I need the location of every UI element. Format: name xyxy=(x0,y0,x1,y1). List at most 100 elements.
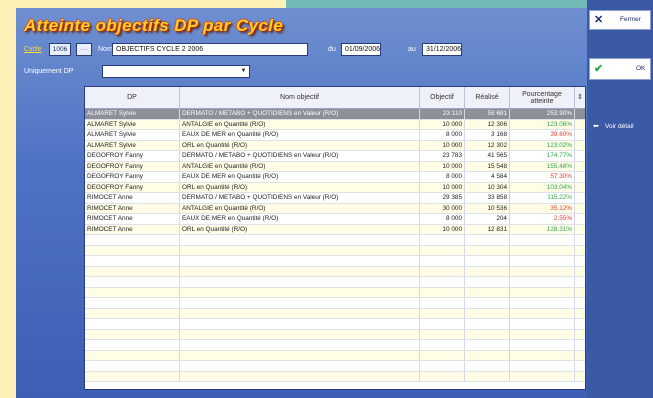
cell-realise xyxy=(465,350,510,360)
cell-dp xyxy=(85,277,180,287)
table-row-empty[interactable] xyxy=(85,266,585,277)
table-row[interactable]: RIMOCET Anne ANTALGIE en Quantité (R/O) 30… xyxy=(85,203,585,214)
cell-objectif xyxy=(420,266,465,276)
table-row-empty[interactable] xyxy=(85,319,585,330)
cell-objectif: 8 000 xyxy=(420,172,465,182)
cell-spacer xyxy=(575,361,585,371)
voir-detail-button[interactable]: ⬅ Voir détail xyxy=(589,120,651,134)
cell-dp: RIMOCET Anne xyxy=(85,203,180,213)
cell-nom-objectif: ORL en Quantité (R/O) xyxy=(180,182,420,192)
date-to-field[interactable]: 31/12/2006 xyxy=(422,43,462,56)
cell-pourcentage: 35.12% xyxy=(510,203,575,213)
cell-realise xyxy=(465,266,510,276)
app-frame: Atteinte objectifs DP par Cycle Cycle 10… xyxy=(0,0,653,398)
cell-pourcentage xyxy=(510,319,575,329)
uniquement-dp-select[interactable]: ▼ xyxy=(102,65,250,78)
cycle-lookup-button[interactable]: ··· xyxy=(76,43,92,56)
cell-dp: ALMARET Sylvie xyxy=(85,130,180,140)
close-button[interactable]: ✕ Fermer xyxy=(589,10,651,30)
cell-nom-objectif xyxy=(180,256,420,266)
table-row[interactable]: DEGOFROY Fanny DERMATO / METABO + QUOTIDI… xyxy=(85,151,585,162)
column-header-pourcentage[interactable]: Pourcentage atteinte xyxy=(510,87,575,108)
table-row[interactable]: ALMARET Sylvie DERMATO / METABO + QUOTIDI… xyxy=(85,109,585,120)
table-row-empty[interactable] xyxy=(85,361,585,372)
main-window: Atteinte objectifs DP par Cycle Cycle 10… xyxy=(16,8,587,398)
cell-objectif xyxy=(420,277,465,287)
cell-realise: 15 548 xyxy=(465,161,510,171)
column-header-nom-objectif[interactable]: Nom objectif xyxy=(180,87,420,108)
table-row[interactable]: ALMARET Sylvie EAUX DE MER en Quantité (R… xyxy=(85,130,585,141)
nom-field[interactable]: OBJECTIFS CYCLE 2 2006 xyxy=(112,43,308,56)
cell-spacer xyxy=(575,319,585,329)
column-header-pourcentage-text: Pourcentage atteinte xyxy=(522,90,562,105)
cell-spacer xyxy=(575,214,585,224)
column-header-realise[interactable]: Réalisé xyxy=(465,87,510,108)
cell-realise xyxy=(465,245,510,255)
table-row[interactable]: RIMOCET Anne ORL en Quantité (R/O) 10 000 1… xyxy=(85,224,585,235)
cell-objectif: 29 385 xyxy=(420,193,465,203)
cell-spacer xyxy=(575,109,585,119)
cell-nom-objectif: ORL en Quantité (R/O) xyxy=(180,224,420,234)
cell-dp xyxy=(85,350,180,360)
cell-pourcentage xyxy=(510,350,575,360)
checkmark-icon: ✔ xyxy=(594,63,604,75)
column-header-realise-text: Réalisé xyxy=(475,94,499,101)
cell-dp: RIMOCET Anne xyxy=(85,193,180,203)
lookup-icon: ··· xyxy=(80,46,88,53)
column-header-dp[interactable]: DP xyxy=(85,87,180,108)
table-row[interactable]: RIMOCET Anne DERMATO / METABO + QUOTIDIEN… xyxy=(85,193,585,204)
column-settings-icon[interactable]: ⇕ xyxy=(575,87,585,108)
table-row-empty[interactable] xyxy=(85,340,585,351)
cell-nom-objectif: ORL en Quantité (R/O) xyxy=(180,140,420,150)
date-from-field[interactable]: 01/09/2006 xyxy=(341,43,381,56)
uniquement-dp-label: Uniquement DP xyxy=(24,68,74,75)
table-row-empty[interactable] xyxy=(85,245,585,256)
cell-dp xyxy=(85,266,180,276)
cell-realise xyxy=(465,319,510,329)
cell-realise xyxy=(465,308,510,318)
table-row-empty[interactable] xyxy=(85,329,585,340)
table-row[interactable]: DEGOFROY Fanny EAUX DE MER en Quantité (R… xyxy=(85,172,585,183)
table-body: ALMARET Sylvie DERMATO / METABO + QUOTIDI… xyxy=(85,109,585,382)
table-row[interactable]: DEGOFROY Fanny ORL en Quantité (R/O) 10 00… xyxy=(85,182,585,193)
cell-pourcentage xyxy=(510,256,575,266)
table-row-empty[interactable] xyxy=(85,298,585,309)
cell-nom-objectif: DERMATO / METABO + QUOTIDIENS en Valeur … xyxy=(180,193,420,203)
cell-dp xyxy=(85,371,180,381)
column-header-nom-text: Nom objectif xyxy=(280,94,319,101)
table-row[interactable]: RIMOCET Anne EAUX DE MER en Quantité (R/O… xyxy=(85,214,585,225)
cell-nom-objectif xyxy=(180,350,420,360)
table-row-empty[interactable] xyxy=(85,308,585,319)
table-row-empty[interactable] xyxy=(85,235,585,246)
cycle-link[interactable]: Cycle xyxy=(24,46,42,53)
cell-objectif: 8 000 xyxy=(420,130,465,140)
cell-dp: DEGOFROY Fanny xyxy=(85,172,180,182)
cell-dp xyxy=(85,287,180,297)
cell-spacer xyxy=(575,351,585,361)
cell-dp xyxy=(85,329,180,339)
cell-spacer xyxy=(575,372,585,382)
cell-realise xyxy=(465,361,510,371)
column-header-objectif[interactable]: Objectif xyxy=(420,87,465,108)
cell-dp xyxy=(85,340,180,350)
cell-spacer xyxy=(575,277,585,287)
cell-pourcentage: 2.55% xyxy=(510,214,575,224)
cell-nom-objectif: EAUX DE MER en Quantité (R/O) xyxy=(180,214,420,224)
table-row[interactable]: ALMARET Sylvie ORL en Quantité (R/O) 10 00… xyxy=(85,140,585,151)
table-row-empty[interactable] xyxy=(85,371,585,382)
table-row-empty[interactable] xyxy=(85,350,585,361)
cell-pourcentage xyxy=(510,298,575,308)
column-header-dp-text: DP xyxy=(127,94,137,101)
cell-objectif xyxy=(420,329,465,339)
cell-realise xyxy=(465,256,510,266)
cycle-code-field[interactable]: 1006 xyxy=(49,43,71,56)
cell-dp xyxy=(85,256,180,266)
table-row-empty[interactable] xyxy=(85,287,585,298)
table-row[interactable]: ALMARET Sylvie ANTALGIE en Quantité (R/O)… xyxy=(85,119,585,130)
table-row-empty[interactable] xyxy=(85,277,585,288)
cell-pourcentage xyxy=(510,329,575,339)
ok-button[interactable]: ✔ OK xyxy=(589,58,651,80)
chevron-down-icon[interactable]: ▼ xyxy=(239,67,248,76)
table-row-empty[interactable] xyxy=(85,256,585,267)
table-row[interactable]: DEGOFROY Fanny ANTALGIE en Quantité (R/O)… xyxy=(85,161,585,172)
